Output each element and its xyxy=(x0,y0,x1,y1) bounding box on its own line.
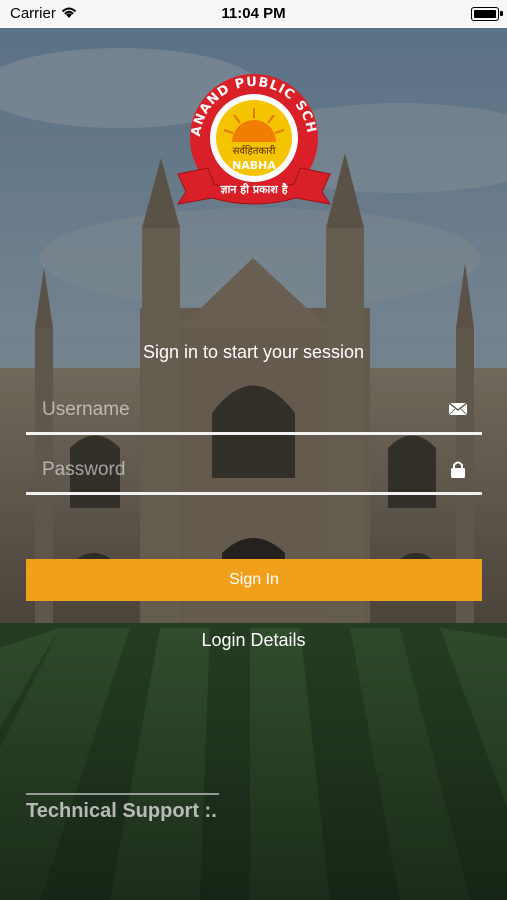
school-logo: DAYANAND PUBLIC SCHOOL सर्वहितकारी NABHA… xyxy=(174,68,332,205)
username-field xyxy=(26,390,482,435)
clock: 11:04 PM xyxy=(221,5,286,22)
status-bar: Carrier 11:04 PM xyxy=(0,0,507,28)
login-details-link[interactable]: Login Details xyxy=(0,630,507,651)
logo-place-text: NABHA xyxy=(232,159,276,172)
lock-icon xyxy=(451,461,465,478)
battery-icon xyxy=(471,7,503,21)
username-input[interactable] xyxy=(40,394,444,426)
session-tagline: Sign in to start your session xyxy=(142,342,365,362)
password-field xyxy=(26,450,482,495)
sign-in-button[interactable]: Sign In xyxy=(26,559,482,601)
login-screen: Carrier 11:04 PM DAYANAND PUBLIC SCHOOL … xyxy=(0,0,507,900)
logo-center-text: सर्वहितकारी xyxy=(233,145,276,157)
password-input[interactable] xyxy=(40,454,444,486)
support-divider xyxy=(26,793,219,795)
envelope-icon xyxy=(448,402,468,416)
logo-ribbon-text: ज्ञान ही प्रकाश है xyxy=(219,182,288,196)
technical-support-label: Technical Support :. xyxy=(26,800,217,822)
